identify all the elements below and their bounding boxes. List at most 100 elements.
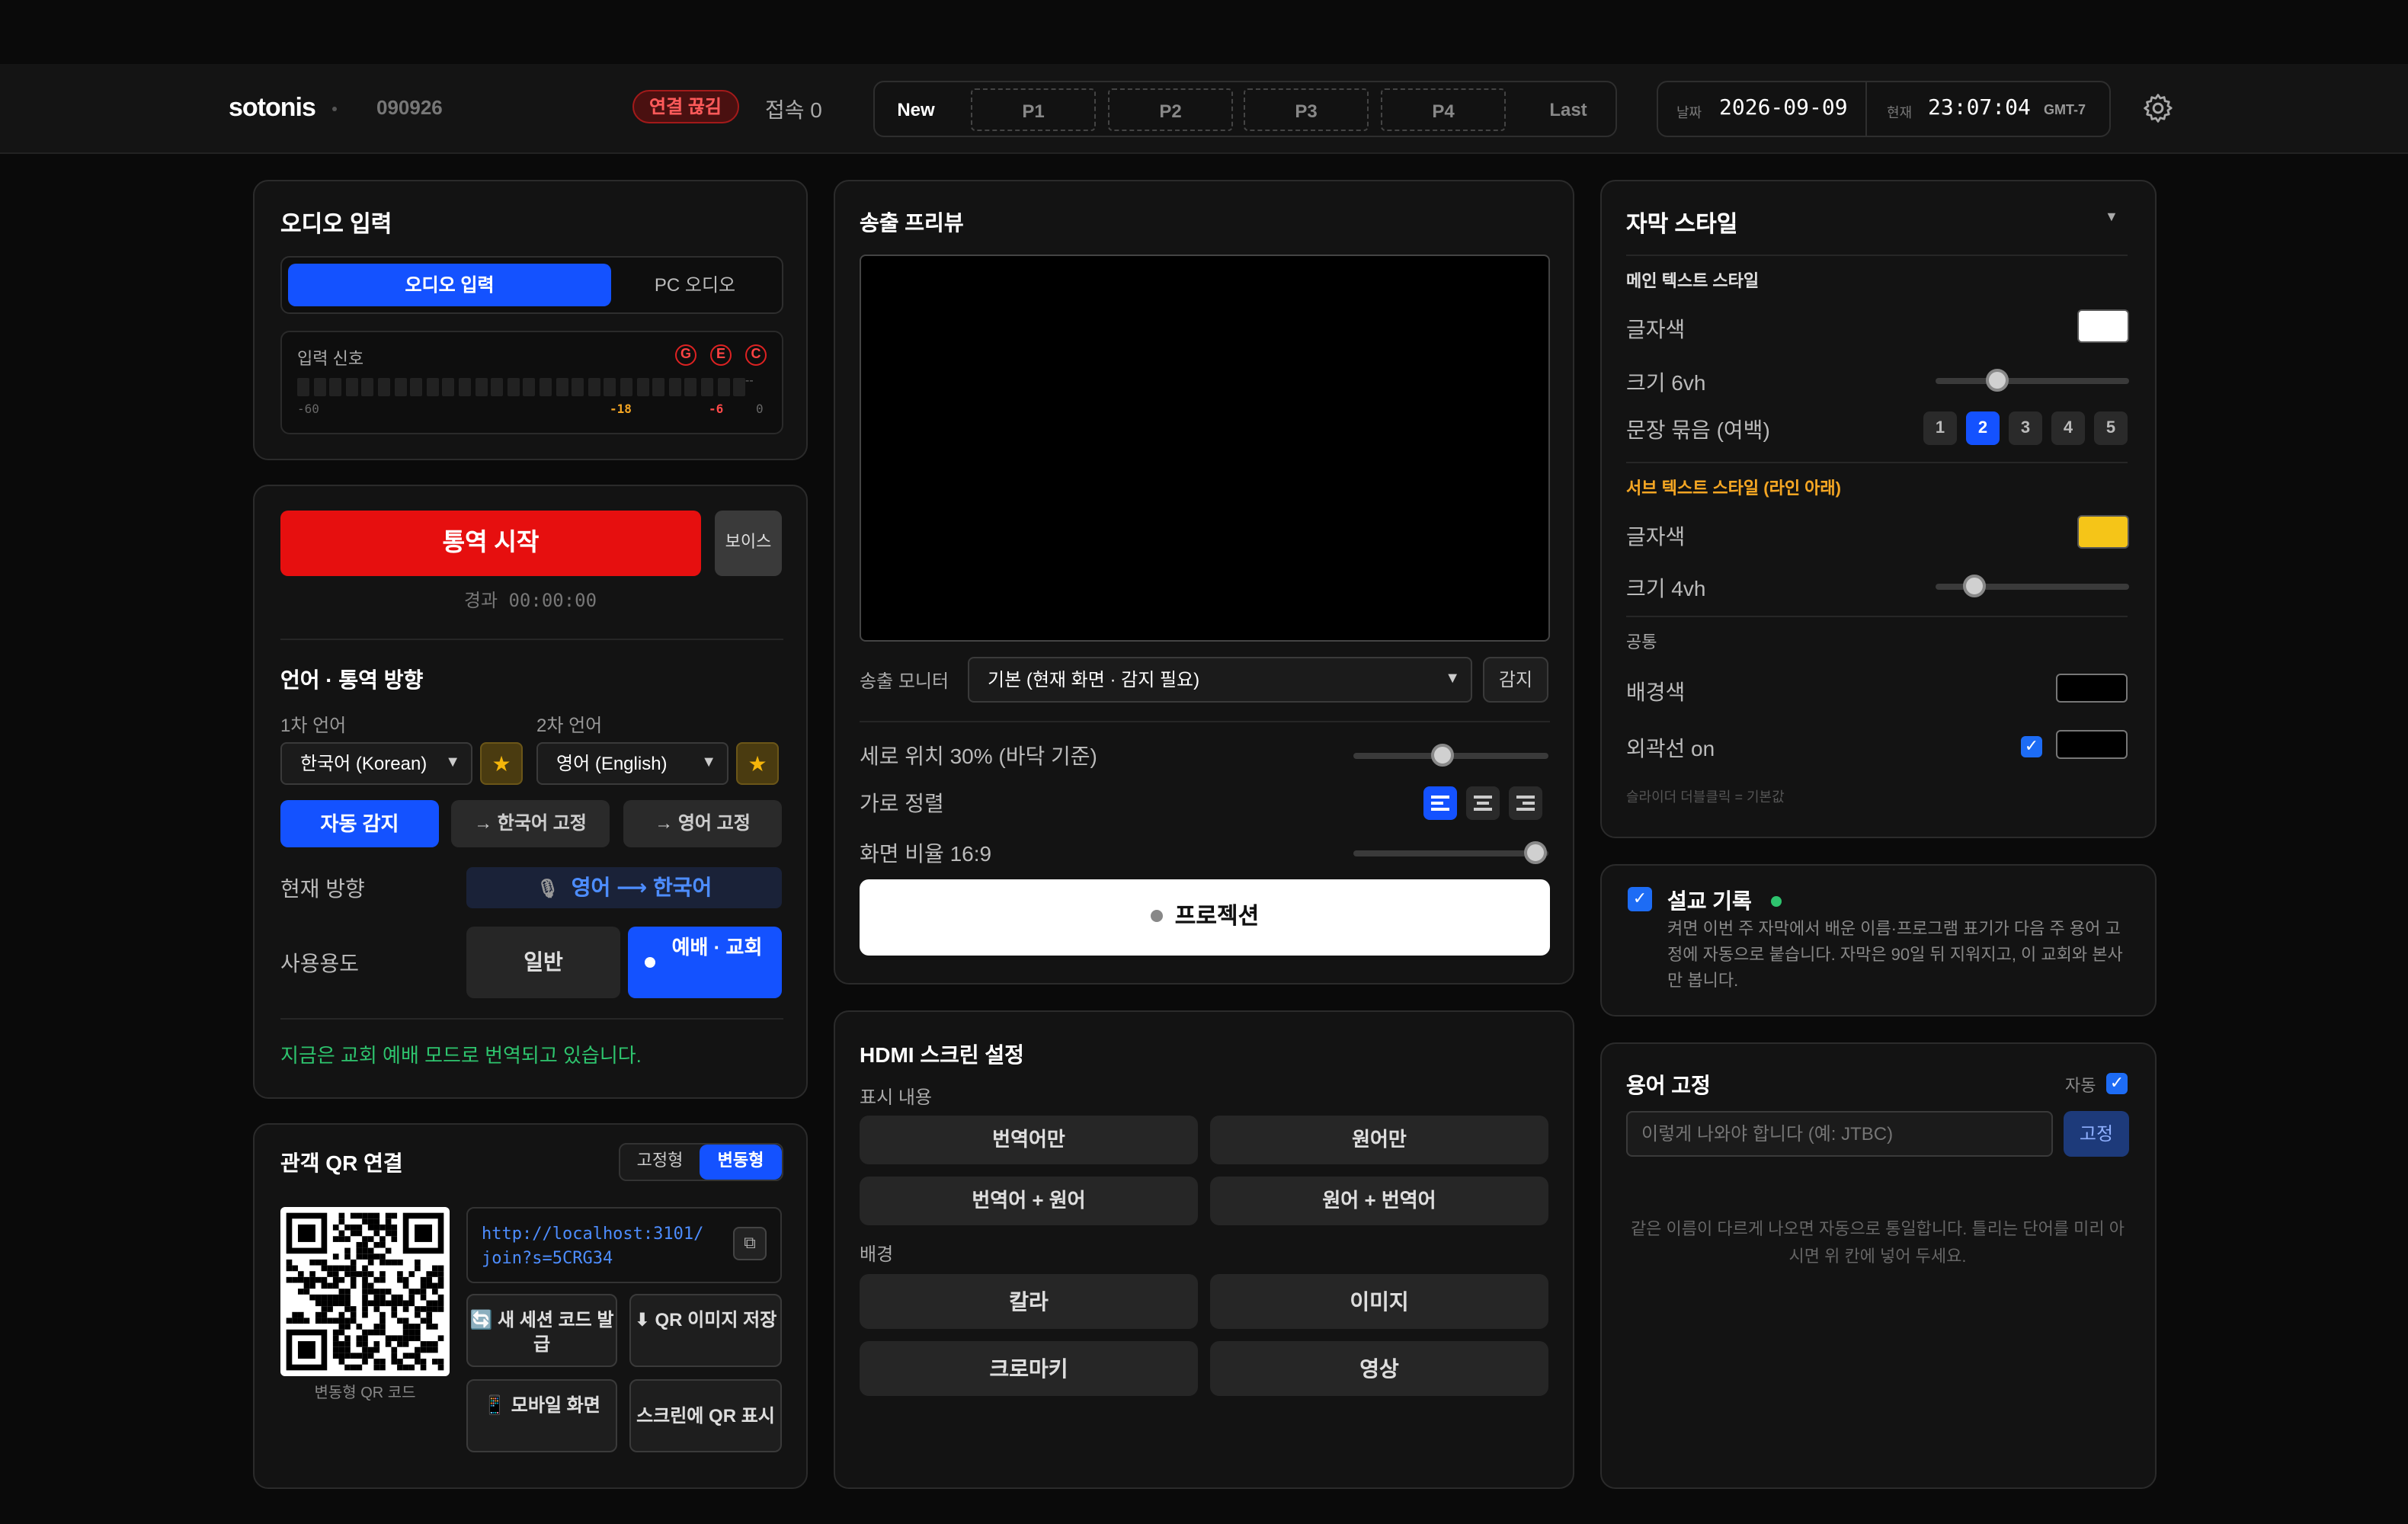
- page-last[interactable]: Last: [1530, 88, 1606, 131]
- arrow-right-icon: ⟶: [616, 875, 648, 899]
- dir-from: 영어: [571, 875, 611, 899]
- usage-worship-button[interactable]: 예배 · 교회: [628, 927, 782, 998]
- terms-hint: 같은 이름이 다르게 나오면 자동으로 통일합니다. 틀리는 단어를 미리 아시…: [1630, 1221, 2125, 1266]
- meter-segment: [717, 378, 730, 396]
- slider-knob[interactable]: [1431, 744, 1454, 767]
- status-dot: [1771, 896, 1782, 907]
- terms-auto-label: 자동: [2065, 1077, 2096, 1096]
- sub-color-swatch[interactable]: [2077, 515, 2129, 549]
- bg-color-swatch[interactable]: [2056, 674, 2128, 703]
- star-icon[interactable]: ★: [736, 742, 779, 785]
- page-p2[interactable]: P2: [1108, 88, 1233, 131]
- divider: [1626, 255, 2128, 256]
- mobile-view-button[interactable]: 📱 모바일 화면: [466, 1379, 617, 1452]
- tab-pc-audio[interactable]: PC 오디오: [614, 264, 776, 306]
- page-p3[interactable]: P3: [1244, 88, 1369, 131]
- content-label: 표시 내용: [860, 1087, 932, 1108]
- qr-url[interactable]: http://localhost:3101/join?s=5CRG34: [482, 1222, 710, 1271]
- slider-knob[interactable]: [1986, 369, 2009, 392]
- qr-dynamic-button[interactable]: 변동형: [700, 1145, 782, 1180]
- main-size-slider[interactable]: [1936, 369, 2129, 392]
- direction-display: 🎙 영어 ⟶ 한국어: [466, 867, 782, 908]
- show-qr-on-screen-button[interactable]: 스크린에 QR 표시: [629, 1379, 782, 1452]
- detect-button[interactable]: 감지: [1483, 657, 1548, 703]
- gear-icon[interactable]: [2141, 91, 2175, 125]
- projection-button[interactable]: 프로젝션: [860, 879, 1550, 956]
- usage-general-button[interactable]: 일반: [466, 927, 620, 998]
- flag-e: E: [710, 344, 732, 366]
- fix-korean-button[interactable]: → 한국어 고정: [451, 800, 610, 847]
- flag-c: C: [745, 344, 767, 366]
- bg-video-button[interactable]: 영상: [1210, 1341, 1548, 1396]
- group-1-button[interactable]: 1: [1923, 411, 1957, 445]
- group-4-button[interactable]: 4: [2051, 411, 2085, 445]
- align-left-icon[interactable]: [1423, 786, 1457, 820]
- page-new[interactable]: New: [884, 88, 948, 131]
- slider-knob[interactable]: [1524, 841, 1547, 864]
- auto-detect-button[interactable]: 자동 감지: [280, 800, 439, 847]
- time-value: 23:07:04: [1928, 96, 2031, 120]
- radio-dot: [645, 957, 655, 968]
- sub-size-slider[interactable]: [1936, 575, 2129, 597]
- new-session-code-button[interactable]: 🔄 새 세션 코드 발급: [466, 1294, 617, 1367]
- qr-fixed-button[interactable]: 고정형: [620, 1145, 700, 1180]
- lang2-select[interactable]: 영어 (English) ▼: [536, 742, 728, 785]
- page-p1[interactable]: P1: [971, 88, 1096, 131]
- main-color-swatch[interactable]: [2077, 309, 2129, 343]
- date-label: 날짜: [1676, 105, 1702, 120]
- group-2-button[interactable]: 2: [1966, 411, 2000, 445]
- elapsed-time: 경과 00:00:00: [463, 590, 597, 611]
- usage-label: 사용용도: [280, 951, 360, 975]
- fix-english-button[interactable]: → 영어 고정: [623, 800, 782, 847]
- monitor-select[interactable]: 기본 (현재 화면 · 감지 필요) ▼: [968, 657, 1472, 703]
- grouping-buttons: 1 2 3 4 5: [1923, 411, 2131, 445]
- content-translation-plus-original[interactable]: 번역어 + 원어: [860, 1177, 1198, 1225]
- meter-segment: [313, 378, 326, 396]
- slider-knob[interactable]: [1963, 575, 1986, 597]
- common-label: 공통: [1626, 634, 1657, 652]
- bg-color-button[interactable]: 칼라: [860, 1274, 1198, 1329]
- page-p4[interactable]: P4: [1381, 88, 1506, 131]
- group-5-button[interactable]: 5: [2094, 411, 2128, 445]
- outline-checkbox[interactable]: ✓: [2021, 736, 2042, 757]
- copy-icon[interactable]: ⧉: [733, 1227, 767, 1260]
- term-fix-button[interactable]: 고정: [2064, 1111, 2129, 1157]
- voice-button[interactable]: 보이스: [715, 511, 782, 576]
- align-right-icon[interactable]: [1509, 786, 1542, 820]
- hdmi-card: HDMI 스크린 설정 표시 내용 번역어만 원어만 번역어 + 원어 원어 +…: [834, 1010, 1574, 1489]
- term-input[interactable]: [1626, 1111, 2053, 1157]
- group-3-button[interactable]: 3: [2009, 411, 2042, 445]
- content-translation-only[interactable]: 번역어만: [860, 1116, 1198, 1164]
- grouping-label: 문장 묶음 (여백): [1626, 418, 1770, 442]
- qr-title: 관객 QR 연결: [280, 1151, 403, 1175]
- microphone-icon: 🎙: [536, 878, 560, 899]
- monitor-label: 송출 모니터: [860, 671, 949, 692]
- content-original-plus-translation[interactable]: 원어 + 번역어: [1210, 1177, 1548, 1225]
- star-icon[interactable]: ★: [480, 742, 523, 785]
- bg-chroma-button[interactable]: 크로마키: [860, 1341, 1198, 1396]
- peak-value: --: [745, 373, 754, 387]
- lang1-select[interactable]: 한국어 (Korean) ▼: [280, 742, 472, 785]
- style-title: 자막 스타일: [1626, 212, 1738, 238]
- scale-min: -60: [297, 402, 319, 416]
- sermon-checkbox[interactable]: ✓: [1628, 887, 1652, 911]
- save-qr-image-button[interactable]: ⬇ QR 이미지 저장: [629, 1294, 782, 1367]
- top-strip: [0, 0, 2408, 64]
- outline-color-swatch[interactable]: [2056, 730, 2128, 759]
- flag-g: G: [675, 344, 696, 366]
- aspect-ratio-slider[interactable]: [1353, 841, 1548, 864]
- chevron-down-icon[interactable]: ▼: [2105, 209, 2118, 224]
- vertical-position-slider[interactable]: [1353, 744, 1548, 767]
- header: sotonis 090926 연결 끊김 접속 0 New P1 P2 P3 P…: [0, 64, 2408, 154]
- control-card: 통역 시작 보이스 경과 00:00:00 언어 · 통역 방향 1차 언어 2…: [253, 485, 808, 1099]
- chevron-down-icon: ▼: [1445, 671, 1460, 687]
- tab-audio-input[interactable]: 오디오 입력: [288, 264, 611, 306]
- align-center-icon[interactable]: [1466, 786, 1500, 820]
- start-interpretation-button[interactable]: 통역 시작: [280, 511, 701, 576]
- meter-segment: [604, 378, 616, 396]
- content-original-only[interactable]: 원어만: [1210, 1116, 1548, 1164]
- separator-dot: [332, 107, 337, 111]
- bg-image-button[interactable]: 이미지: [1210, 1274, 1548, 1329]
- card-title: 오디오 입력: [280, 212, 392, 238]
- terms-auto-checkbox[interactable]: ✓: [2106, 1073, 2128, 1094]
